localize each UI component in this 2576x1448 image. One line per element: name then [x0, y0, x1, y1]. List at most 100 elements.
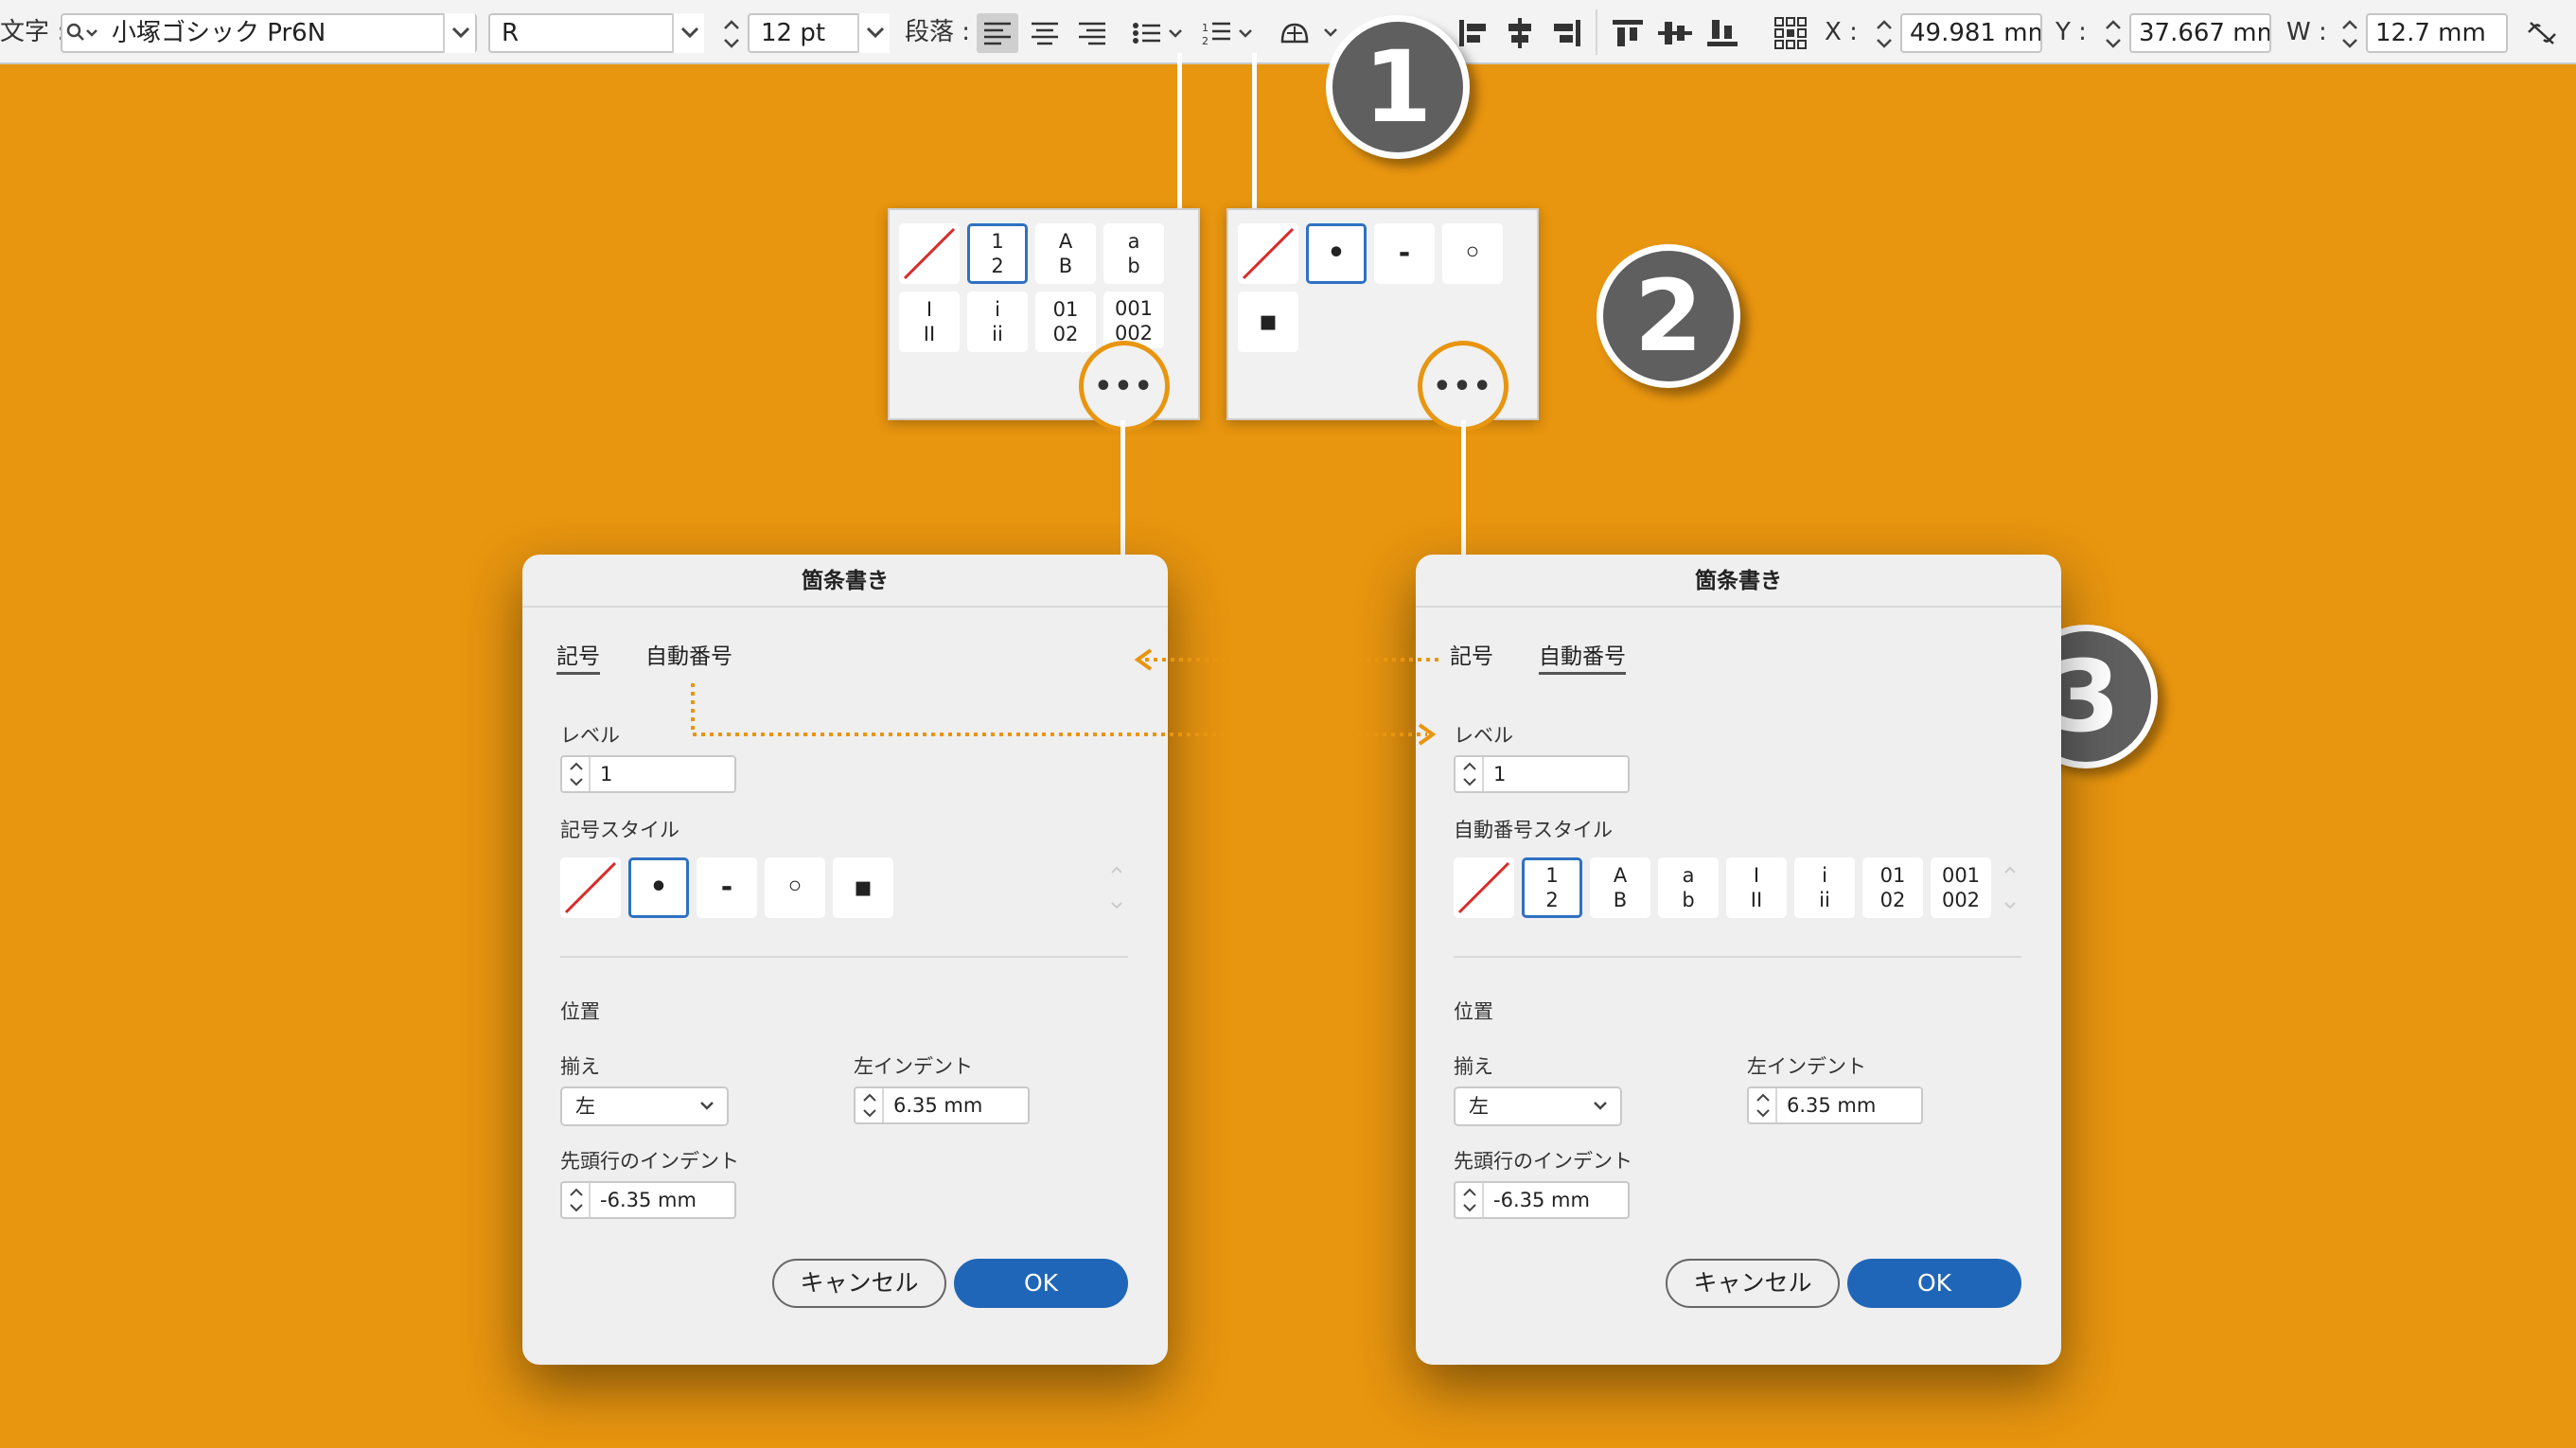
option-line: b — [1682, 889, 1695, 911]
left-indent-stepper[interactable]: 6.35 mm — [854, 1086, 1030, 1124]
style-option-001[interactable]: 001 002 — [1931, 857, 1991, 918]
style-option-ab-lower[interactable]: ab — [1658, 857, 1719, 918]
level-stepper[interactable]: 1 — [1454, 755, 1630, 793]
stepper-arrows[interactable] — [1749, 1088, 1777, 1122]
style-option-01[interactable]: 01 02 — [1862, 857, 1923, 918]
glyph-button[interactable] — [1278, 13, 1344, 53]
style-option-roman-upper[interactable]: I II — [1726, 857, 1787, 918]
tab-symbol[interactable]: 記号 — [556, 642, 600, 675]
style-option-ab-upper[interactable]: AB — [1590, 857, 1650, 918]
style-option-12[interactable]: 12 — [1522, 857, 1582, 918]
dialog-title: 箇条書き — [522, 555, 1168, 608]
stepper-arrows[interactable] — [1456, 1183, 1484, 1217]
y-value: 37.667 mm — [2139, 19, 2271, 47]
numbered-list-icon: 12 — [1202, 22, 1252, 46]
bullet-none-option[interactable] — [1238, 223, 1298, 284]
style-option-square[interactable]: ▪ — [833, 857, 893, 918]
w-stepper[interactable] — [2338, 15, 2362, 53]
x-stepper[interactable] — [1872, 15, 1897, 53]
align-vcenter-button[interactable] — [1654, 13, 1696, 53]
numbering-style-label: 自動番号スタイル — [1454, 819, 1613, 841]
bullet-symbol: • — [649, 871, 668, 904]
style-none-option[interactable] — [1454, 857, 1514, 918]
style-option-dash[interactable]: - — [697, 857, 757, 918]
stepper-arrows[interactable] — [562, 1183, 591, 1217]
option-line: 001 — [1941, 864, 1981, 887]
option-line: I — [926, 298, 933, 321]
numbered-list-button[interactable]: 12 — [1202, 13, 1255, 53]
style-option-circle[interactable]: ◦ — [765, 857, 825, 918]
bullet-option-square[interactable]: ▪ — [1238, 291, 1298, 352]
font-style-dropdown[interactable] — [672, 13, 704, 53]
style-scroll-arrows[interactable] — [2003, 859, 2018, 920]
tab-auto-numbering[interactable]: 自動番号 — [645, 642, 732, 672]
stepper-icon — [2106, 20, 2121, 48]
more-icon: ••• — [1094, 369, 1155, 403]
numbering-more-options-button[interactable]: ••• — [1079, 341, 1170, 432]
paragraph-label: 段落 : — [905, 18, 971, 46]
y-stepper[interactable] — [2101, 15, 2126, 53]
bullet-option-dash[interactable]: - — [1374, 223, 1435, 284]
stepper-arrows[interactable] — [1456, 757, 1484, 791]
ok-button[interactable]: OK — [954, 1259, 1128, 1308]
level-stepper[interactable]: 1 — [560, 755, 736, 793]
style-option-dot[interactable]: • — [628, 857, 689, 918]
w-field[interactable]: 12.7 mm — [2366, 13, 2508, 53]
cancel-button[interactable]: キャンセル — [772, 1259, 946, 1308]
left-indent-stepper[interactable]: 6.35 mm — [1747, 1086, 1923, 1124]
first-line-indent-value: -6.35 mm — [1493, 1189, 1590, 1211]
font-family-dropdown[interactable] — [443, 13, 475, 53]
bullet-option-circle[interactable]: ◦ — [1442, 223, 1503, 284]
align-bottom-button[interactable] — [1702, 13, 1743, 53]
align-hcenter-button[interactable] — [1499, 13, 1541, 53]
style-option-roman-lower[interactable]: i ii — [1794, 857, 1855, 918]
align-top-icon — [1613, 20, 1643, 46]
align-top-button[interactable] — [1607, 13, 1649, 53]
align-left-button[interactable] — [977, 13, 1018, 53]
none-slash-icon — [1457, 861, 1510, 914]
align-vcenter-icon — [1658, 22, 1692, 44]
numbering-option-roman-lower[interactable]: i ii — [967, 291, 1028, 352]
font-family-field[interactable]: 小塚ゴシック Pr6N — [61, 13, 477, 53]
bullet-more-options-button[interactable]: ••• — [1418, 341, 1509, 432]
font-size-stepper[interactable] — [719, 15, 744, 53]
bullet-list-button[interactable] — [1132, 13, 1185, 53]
constrain-proportions-button[interactable] — [2521, 13, 2563, 53]
first-line-indent-stepper[interactable]: -6.35 mm — [560, 1181, 736, 1219]
cancel-button[interactable]: キャンセル — [1666, 1259, 1840, 1308]
reference-point-icon — [1774, 17, 1807, 49]
first-line-indent-stepper[interactable]: -6.35 mm — [1454, 1181, 1630, 1219]
level-value: 1 — [600, 763, 613, 786]
numbering-option-01[interactable]: 01 02 — [1035, 291, 1096, 352]
numbering-option-001[interactable]: 001 002 — [1103, 291, 1164, 348]
align-center-icon — [1032, 22, 1058, 45]
stepper-arrows[interactable] — [856, 1088, 884, 1122]
bullet-symbol: - — [720, 871, 733, 904]
tab-auto-numbering[interactable]: 自動番号 — [1539, 642, 1626, 675]
bullet-option-dot[interactable]: • — [1306, 223, 1367, 284]
numbering-none-option[interactable] — [899, 223, 960, 284]
numbering-option-ab-upper[interactable]: AB — [1035, 223, 1096, 284]
numbering-option-ab-lower[interactable]: ab — [1103, 223, 1164, 284]
alignment-label: 揃え — [1454, 1055, 1493, 1078]
y-field[interactable]: 37.667 mm — [2129, 13, 2271, 53]
align-right-edge-button[interactable] — [1546, 13, 1588, 53]
font-size-dropdown[interactable] — [857, 13, 890, 53]
align-right-edge-icon — [1554, 20, 1580, 46]
align-right-button[interactable] — [1071, 13, 1113, 53]
stepper-arrows[interactable] — [562, 757, 591, 791]
reference-point-button[interactable] — [1770, 13, 1811, 53]
numbering-option-12[interactable]: 12 — [967, 223, 1028, 284]
alignment-select[interactable]: 左 — [560, 1086, 729, 1126]
style-none-option[interactable] — [560, 857, 621, 918]
ok-button[interactable]: OK — [1847, 1259, 2021, 1308]
x-field[interactable]: 49.981 mm — [1900, 13, 2042, 53]
tab-switch-arrow-2 — [691, 683, 1437, 746]
tab-symbol[interactable]: 記号 — [1450, 642, 1493, 672]
numbering-option-roman-upper[interactable]: I II — [899, 291, 960, 352]
align-center-button[interactable] — [1024, 13, 1066, 53]
more-icon: ••• — [1433, 369, 1493, 403]
style-scroll-arrows[interactable] — [1109, 859, 1124, 920]
alignment-select[interactable]: 左 — [1454, 1086, 1622, 1126]
search-icon — [66, 23, 100, 47]
